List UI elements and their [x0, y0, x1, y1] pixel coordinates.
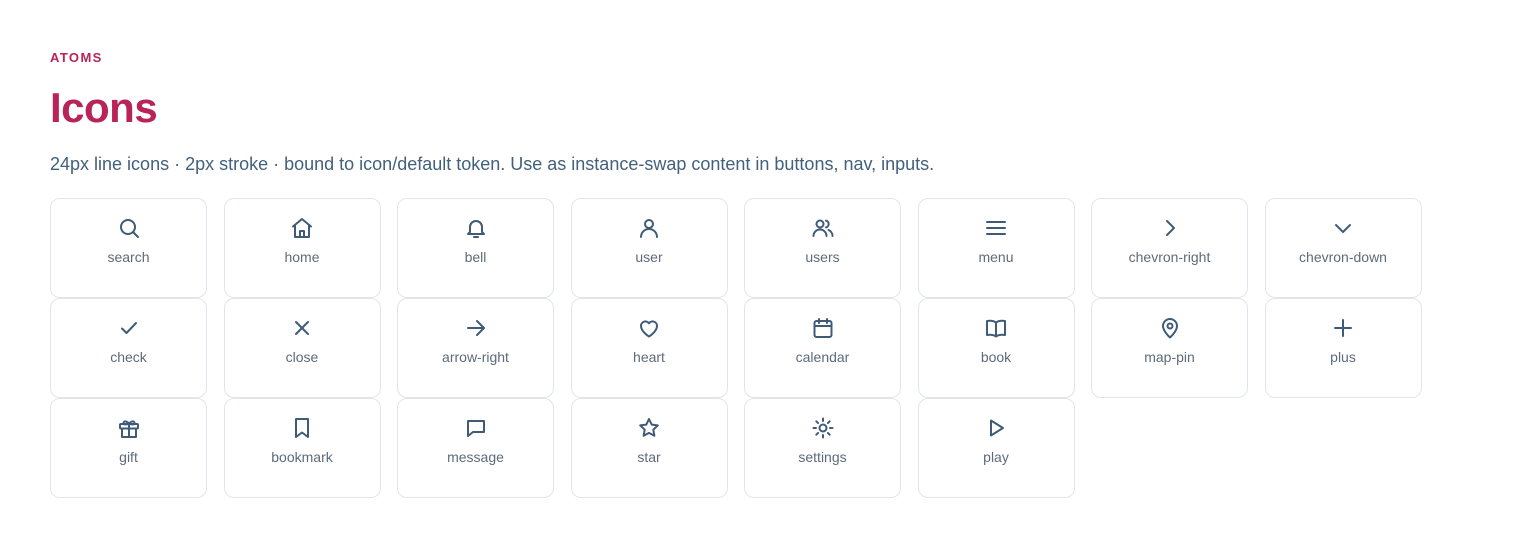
icon-tile-label: play — [983, 449, 1009, 465]
book-icon — [984, 316, 1008, 340]
settings-icon — [811, 416, 835, 440]
icon-tile-plus[interactable]: plus — [1264, 298, 1422, 398]
user-icon — [637, 216, 661, 240]
icon-tile-label: check — [110, 349, 147, 365]
icon-tile-label: star — [637, 449, 661, 465]
icon-tile-user[interactable]: user — [570, 198, 728, 298]
heart-icon — [637, 316, 661, 340]
chevron-down-icon — [1331, 216, 1355, 240]
icon-tile-label: close — [285, 349, 319, 365]
icon-tile-star[interactable]: star — [570, 398, 728, 498]
icon-tile-bookmark[interactable]: bookmark — [223, 398, 381, 498]
icon-tile-label: users — [805, 249, 840, 265]
chevron-right-icon — [1158, 216, 1182, 240]
icon-tile-check[interactable]: check — [50, 298, 207, 398]
icon-tile-label: user — [635, 249, 663, 265]
icon-tile-label: gift — [119, 449, 138, 465]
icon-tile-heart[interactable]: heart — [570, 298, 728, 398]
icon-tile-gift[interactable]: gift — [50, 398, 207, 498]
icon-tile-label: book — [980, 349, 1012, 365]
icon-tile-label: settings — [798, 449, 847, 465]
plus-icon — [1331, 316, 1355, 340]
icon-tile-home[interactable]: home — [223, 198, 381, 298]
bell-icon — [464, 216, 488, 240]
users-icon — [811, 216, 835, 240]
play-icon — [984, 416, 1008, 440]
icon-tile-label: chevron-down — [1299, 249, 1387, 265]
gift-icon — [117, 416, 141, 440]
arrow-right-icon — [464, 316, 488, 340]
icon-tile-bell[interactable]: bell — [397, 198, 554, 298]
icon-tile-label: chevron-right — [1128, 249, 1211, 265]
icon-tile-arrow-right[interactable]: arrow-right — [397, 298, 554, 398]
icon-tile-label: home — [284, 249, 320, 265]
star-icon — [637, 416, 661, 440]
icon-tile-close[interactable]: close — [223, 298, 381, 398]
icon-tile-menu[interactable]: menu — [917, 198, 1075, 298]
icon-tile-label: arrow-right — [442, 349, 509, 365]
menu-icon — [984, 216, 1008, 240]
check-icon — [117, 316, 141, 340]
icon-tile-label: search — [107, 249, 150, 265]
icon-tile-settings[interactable]: settings — [744, 398, 901, 498]
page-title: Icons — [50, 84, 158, 131]
message-icon — [464, 416, 488, 440]
icon-tile-users[interactable]: users — [744, 198, 901, 298]
icon-tile-map-pin[interactable]: map-pin — [1091, 298, 1248, 398]
icon-tile-chevron-right[interactable]: chevron-right — [1091, 198, 1248, 298]
icon-tile-calendar[interactable]: calendar — [744, 298, 901, 398]
icon-tile-label: bookmark — [271, 449, 333, 465]
calendar-icon — [811, 316, 835, 340]
bookmark-icon — [290, 416, 314, 440]
icon-tile-play[interactable]: play — [917, 398, 1075, 498]
icon-tile-message[interactable]: message — [397, 398, 554, 498]
search-icon — [117, 216, 141, 240]
icon-tile-label: map-pin — [1144, 349, 1195, 365]
icon-tile-label: bell — [464, 249, 487, 265]
icon-tile-chevron-down[interactable]: chevron-down — [1264, 198, 1422, 298]
icon-tile-book[interactable]: book — [917, 298, 1075, 398]
icon-tile-label: heart — [633, 349, 665, 365]
map-pin-icon — [1158, 316, 1182, 340]
section-eyebrow: ATOMS — [50, 50, 103, 65]
close-icon — [290, 316, 314, 340]
page-description: 24px line icons · 2px stroke · bound to … — [50, 154, 935, 174]
icon-tile-label: message — [447, 449, 504, 465]
icon-tile-label: calendar — [795, 349, 850, 365]
icon-tile-label: menu — [978, 249, 1014, 265]
icon-tile-search[interactable]: search — [50, 198, 207, 298]
home-icon — [290, 216, 314, 240]
icon-tile-label: plus — [1330, 349, 1356, 365]
icon-grid: search home bell user users menu chevron… — [50, 198, 1422, 498]
